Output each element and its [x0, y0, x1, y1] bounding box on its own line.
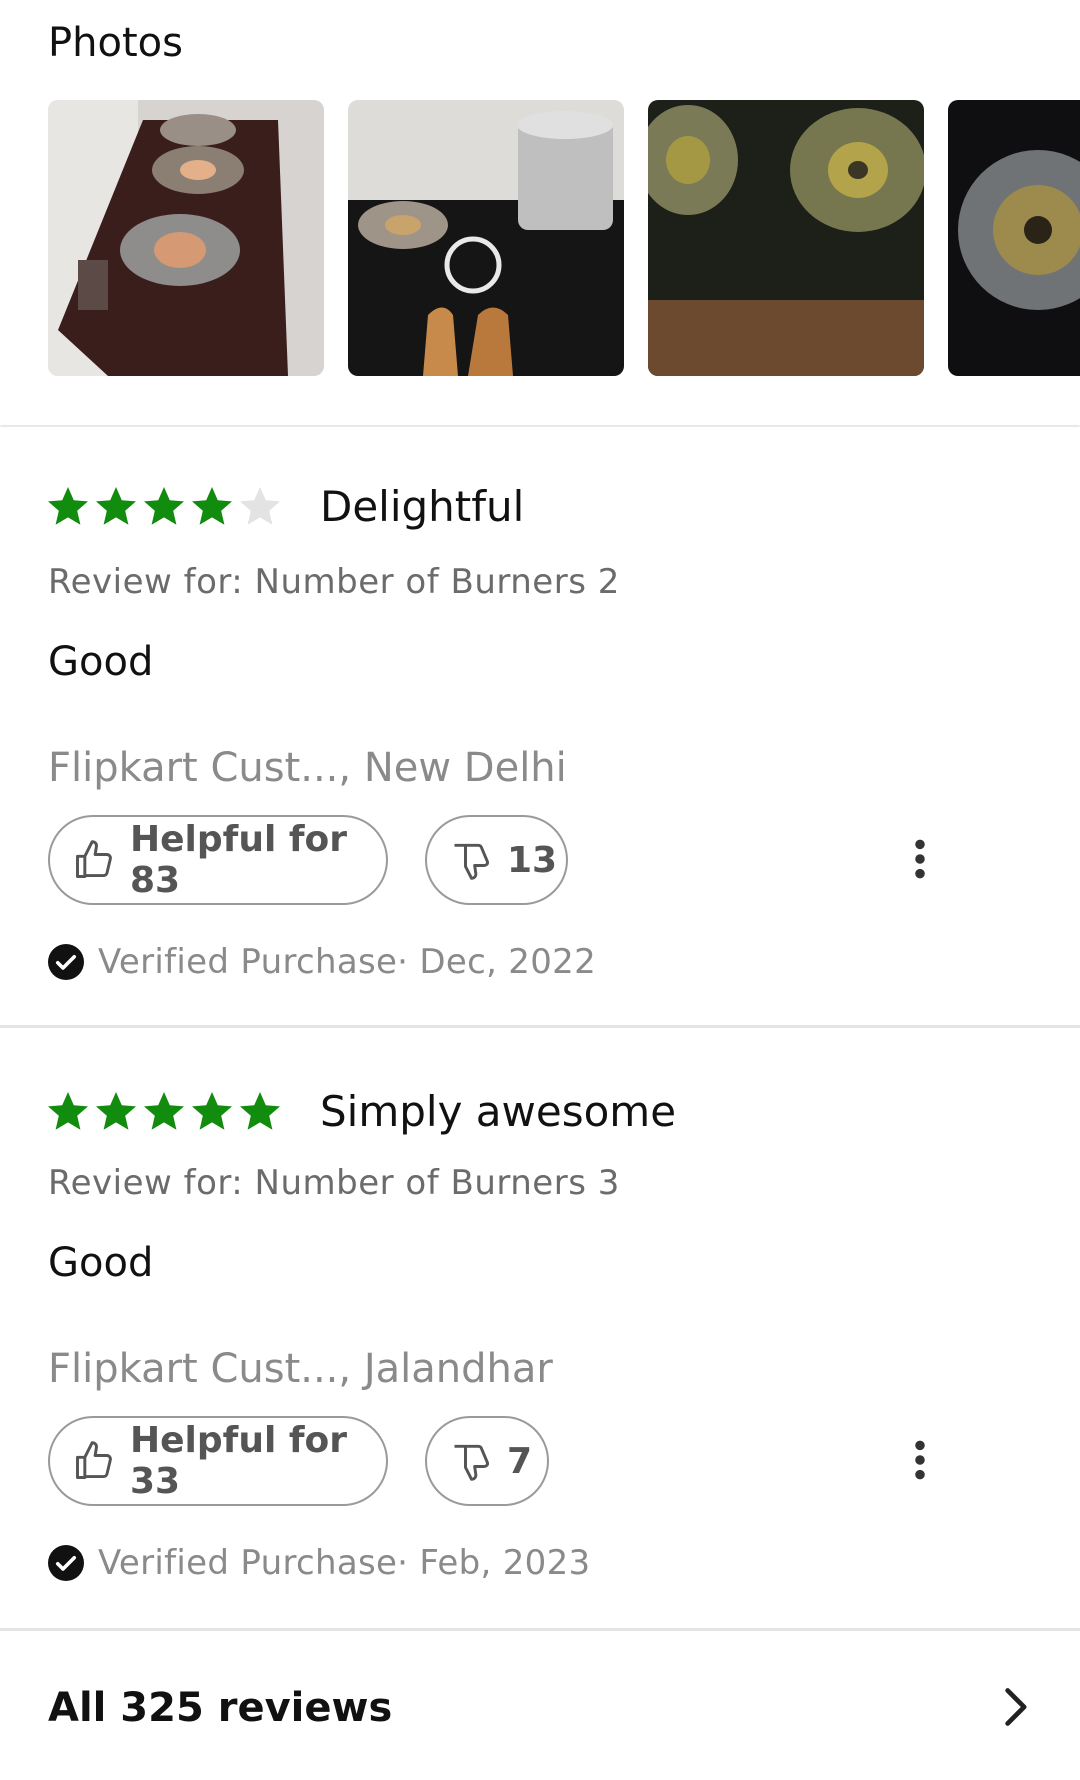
star-filled-icon — [92, 1087, 140, 1135]
star-filled-icon — [140, 482, 188, 530]
review-author: Flipkart Cust..., New Delhi — [48, 745, 567, 791]
review-header: Delightful — [44, 481, 524, 531]
photo-strip[interactable] — [48, 100, 1080, 377]
star-filled-icon — [188, 482, 236, 530]
review-photo-3[interactable] — [648, 100, 924, 376]
review-variant: Review for: Number of Burners 3 — [48, 1163, 620, 1203]
photos-title: Photos — [48, 20, 183, 66]
verified-purchase: Verified Purchase· Feb, 2023 — [48, 1543, 590, 1583]
star-filled-icon — [188, 1087, 236, 1135]
thumbs-down-icon — [449, 1439, 493, 1483]
review-photo-2[interactable] — [348, 100, 624, 376]
more-options-icon[interactable] — [910, 1438, 930, 1482]
review-title: Delightful — [320, 481, 525, 531]
more-options-icon[interactable] — [910, 837, 930, 881]
verified-check-icon — [48, 1545, 84, 1581]
thumbs-up-icon — [72, 838, 116, 882]
helpful-label: Helpful for 83 — [130, 819, 347, 901]
all-reviews-link[interactable]: All 325 reviews — [0, 1628, 1080, 1780]
star-filled-icon — [44, 482, 92, 530]
verified-purchase: Verified Purchase· Dec, 2022 — [48, 942, 596, 982]
star-filled-icon — [140, 1087, 188, 1135]
star-rating — [44, 1087, 284, 1135]
helpful-button[interactable]: Helpful for 83 — [48, 815, 388, 905]
dislike-button[interactable]: 7 — [425, 1416, 549, 1506]
star-filled-icon — [92, 482, 140, 530]
star-rating — [44, 482, 284, 530]
star-empty-icon — [236, 482, 284, 530]
star-filled-icon — [236, 1087, 284, 1135]
review-header: Simply awesome — [44, 1086, 676, 1136]
review-body: Good — [48, 639, 154, 685]
review-card: Delightful Review for: Number of Burners… — [0, 425, 1080, 982]
review-card: Simply awesome Review for: Number of Bur… — [0, 1025, 1080, 1583]
chevron-right-icon — [1000, 1685, 1030, 1729]
helpful-button[interactable]: Helpful for 33 — [48, 1416, 388, 1506]
dislike-count: 13 — [507, 839, 558, 881]
thumbs-down-icon — [449, 838, 493, 882]
review-author: Flipkart Cust..., Jalandhar — [48, 1346, 553, 1392]
verified-check-icon — [48, 944, 84, 980]
helpful-label: Helpful for 33 — [130, 1420, 347, 1502]
dislike-count: 7 — [507, 1440, 533, 1482]
verified-text: Verified Purchase· Feb, 2023 — [98, 1543, 591, 1583]
thumbs-up-icon — [72, 1439, 116, 1483]
verified-text: Verified Purchase· Dec, 2022 — [98, 942, 597, 982]
dislike-button[interactable]: 13 — [425, 815, 568, 905]
review-variant: Review for: Number of Burners 2 — [48, 562, 620, 602]
review-photo-1[interactable] — [48, 100, 324, 376]
all-reviews-label: All 325 reviews — [48, 1685, 393, 1731]
review-photo-4[interactable] — [948, 100, 1080, 376]
review-body: Good — [48, 1240, 154, 1286]
review-title: Simply awesome — [320, 1086, 677, 1136]
star-filled-icon — [44, 1087, 92, 1135]
